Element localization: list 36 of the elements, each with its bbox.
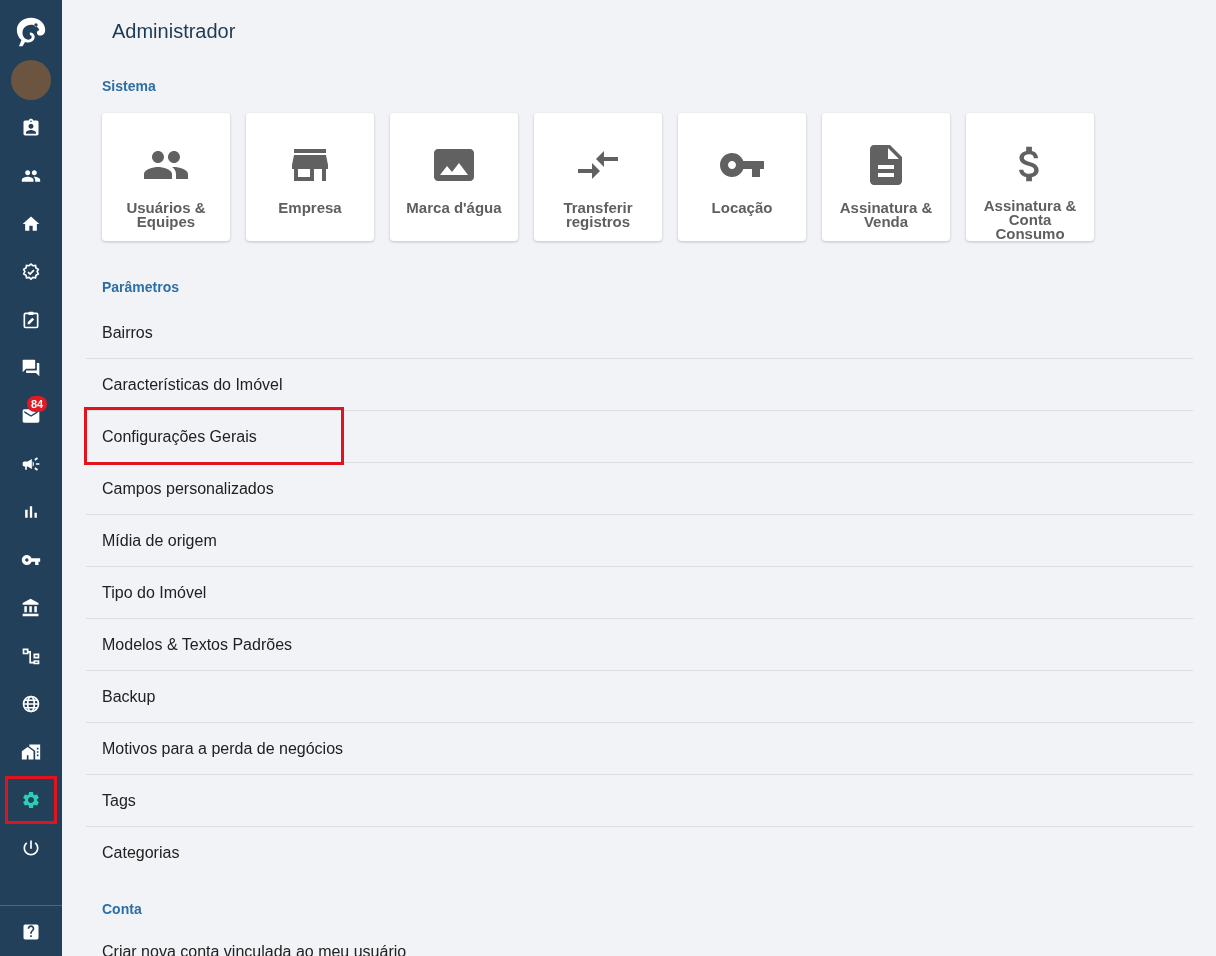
badge-person-icon[interactable] [21, 118, 41, 138]
settings-card[interactable]: Transferir registros [534, 113, 662, 241]
settings-card[interactable]: Usuários & Equipes [102, 113, 230, 241]
list-item[interactable]: Características do Imóvel [86, 359, 1193, 411]
globe-icon[interactable] [21, 694, 41, 714]
power-icon[interactable] [21, 838, 41, 858]
edit-clipboard-icon[interactable] [21, 310, 41, 330]
section-heading: Sistema [102, 78, 156, 94]
logo-icon[interactable] [14, 15, 48, 49]
list-item[interactable]: Tags [86, 775, 1193, 827]
list-item[interactable]: Campos personalizados [86, 463, 1193, 515]
count-badge: 84 [27, 396, 48, 412]
settings-card[interactable]: Assinatura & Conta Consumo [966, 113, 1094, 241]
list-item[interactable]: Categorias [86, 827, 1193, 879]
section-heading: Conta [102, 901, 142, 917]
list-item[interactable]: Configurações Gerais [86, 411, 1193, 463]
settings-card[interactable]: Empresa [246, 113, 374, 241]
section-heading: Parâmetros [102, 279, 180, 295]
settings-icon[interactable] [21, 790, 41, 810]
help-icon[interactable] [21, 922, 41, 942]
list-item[interactable]: Backup [86, 671, 1193, 723]
list-item[interactable]: Motivos para a perda de negócios [86, 723, 1193, 775]
hierarchy-icon[interactable] [21, 646, 41, 666]
settings-card[interactable]: Marca d'água [390, 113, 518, 241]
buildings-icon[interactable] [21, 742, 41, 762]
chat-icon[interactable] [21, 358, 41, 378]
list-item[interactable]: Modelos & Textos Padrões [86, 619, 1193, 671]
check-seal-icon[interactable] [21, 262, 41, 282]
settings-card[interactable]: Locação [678, 113, 806, 241]
bank-icon[interactable] [21, 598, 41, 618]
list-item[interactable]: Bairros [86, 307, 1193, 359]
settings-card[interactable]: Assinatura & Venda [822, 113, 950, 241]
page-title: Administrador [112, 19, 236, 43]
home-icon[interactable] [21, 214, 41, 234]
list-item[interactable]: Mídia de origem [86, 515, 1193, 567]
list-item[interactable]: Tipo do Imóvel [86, 567, 1193, 619]
